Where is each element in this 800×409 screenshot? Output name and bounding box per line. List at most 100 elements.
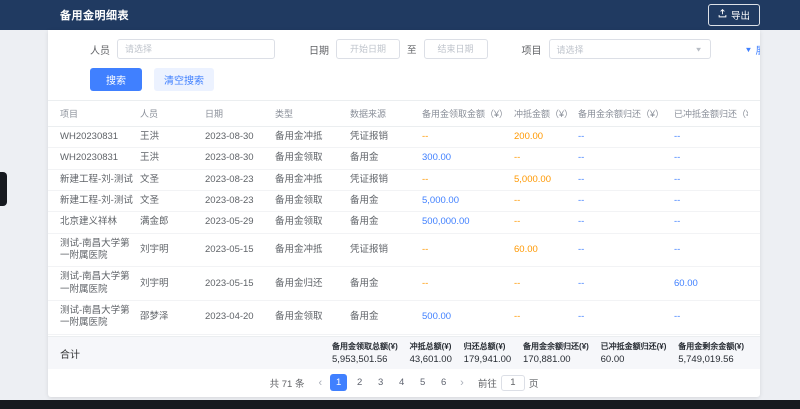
clear-search-button[interactable]: 清空搜索 — [154, 68, 214, 91]
cell-source: 备用金 — [350, 307, 422, 327]
person-filter-label: 人员 — [90, 42, 110, 57]
summary-stat-value: 5,953,501.56 — [332, 354, 398, 365]
summary-stat-1: 冲抵总额(¥)43,601.00 — [410, 341, 452, 365]
cell-person: 王洪 — [140, 148, 205, 168]
cell-source: 备用金 — [350, 212, 422, 232]
goto-suffix-label: 页 — [529, 376, 539, 390]
cell-amount: -- — [674, 212, 748, 232]
person-select-input[interactable] — [117, 39, 275, 59]
cell-type: 备用金冲抵 — [275, 127, 350, 147]
chevron-down-icon: ▼ — [695, 45, 703, 52]
summary-stat-4: 已冲抵金额归还(¥)60.00 — [601, 341, 667, 365]
cell-type: 备用金冲抵 — [275, 240, 350, 260]
cell-amount: -- — [674, 191, 748, 211]
expand-filters-label: 展开筛选 — [755, 42, 760, 57]
cell-amount: -- — [674, 148, 748, 168]
cell-project: 测试-南昌大学第一附属医院 — [60, 301, 140, 334]
cell-type: 备用金领取 — [275, 148, 350, 168]
page-title: 备用金明细表 — [60, 7, 129, 23]
page-button-5[interactable]: 5 — [414, 374, 431, 391]
summary-stat-value: 179,941.00 — [464, 354, 512, 365]
cell-amount: -- — [422, 240, 514, 260]
cell-amount: 200.00 — [514, 127, 578, 147]
cell-amount: -- — [578, 127, 674, 147]
page-button-1[interactable]: 1 — [330, 374, 347, 391]
top-header-bar: 备用金明细表 导出 — [0, 0, 800, 30]
page-button-4[interactable]: 4 — [393, 374, 410, 391]
summary-stat-value: 5,749,019.56 — [678, 354, 744, 365]
page-button-3[interactable]: 3 — [372, 374, 389, 391]
cell-amount: -- — [422, 274, 514, 294]
cell-person: 王洪 — [140, 127, 205, 147]
date-filter-label: 日期 — [309, 42, 329, 57]
project-filter-label: 项目 — [522, 42, 542, 57]
cell-amount: -- — [578, 191, 674, 211]
cell-amount: -- — [514, 212, 578, 232]
pagination-bar: 共 71 条 ‹ 123456 › 前往 页 — [48, 369, 760, 397]
table-row: 新建工程-刘-测试文圣2023-08-23备用金领取备用金5,000.00---… — [48, 191, 760, 212]
summary-stat-label: 已冲抵金额归还(¥) — [601, 341, 667, 352]
cell-project: 新建工程-刘-测试 — [60, 170, 140, 190]
export-button[interactable]: 导出 — [708, 4, 760, 26]
column-header-0: 项目 — [60, 101, 140, 126]
summary-stat-label: 备用金余额归还(¥) — [523, 341, 589, 352]
cell-amount: -- — [578, 240, 674, 260]
cell-person: 文圣 — [140, 191, 205, 211]
column-header-7: 备用金余额归还（¥） — [578, 101, 674, 126]
next-page-icon[interactable]: › — [458, 375, 466, 391]
project-select-placeholder: 请选择 — [557, 43, 584, 56]
start-date-input[interactable] — [336, 39, 400, 59]
goto-page-input[interactable] — [501, 375, 525, 391]
summary-stat-label: 备用金领取总额(¥) — [332, 341, 398, 352]
cell-project: WH20230831 — [60, 148, 140, 168]
cell-date: 2023-08-30 — [205, 127, 275, 147]
prev-page-icon[interactable]: ‹ — [316, 375, 324, 391]
cell-type: 备用金领取 — [275, 307, 350, 327]
expand-filters-link[interactable]: ▼ 展开筛选 — [745, 42, 760, 57]
summary-stat-label: 冲抵总额(¥) — [410, 341, 452, 352]
column-header-5: 备用金领取金额（¥） — [422, 101, 514, 126]
cell-amount: -- — [674, 127, 748, 147]
summary-stat-value: 170,881.00 — [523, 354, 589, 365]
cell-amount: -- — [514, 307, 578, 327]
cell-type: 备用金冲抵 — [275, 170, 350, 190]
cell-source: 凭证报销 — [350, 127, 422, 147]
action-button-row: 搜索 清空搜索 — [48, 59, 760, 100]
cell-amount: -- — [578, 148, 674, 168]
cell-date: 2023-08-23 — [205, 191, 275, 211]
cell-source: 备用金 — [350, 191, 422, 211]
goto-page-group: 前往 页 — [478, 375, 539, 391]
cell-person: 邵梦泽 — [140, 307, 205, 327]
project-select[interactable]: 请选择 ▼ — [549, 39, 711, 59]
summary-stat-0: 备用金领取总额(¥) 5,953,501.56 — [332, 341, 398, 365]
pagination-total: 共 71 条 — [270, 376, 305, 390]
search-button[interactable]: 搜索 — [90, 68, 142, 91]
cell-source: 凭证报销 — [350, 170, 422, 190]
pagination-pages: 123456 — [330, 374, 452, 391]
cell-date: 2023-05-15 — [205, 240, 275, 260]
sidebar-collapse-handle[interactable] — [0, 172, 7, 206]
cell-date: 2023-08-30 — [205, 148, 275, 168]
end-date-input[interactable] — [424, 39, 488, 59]
cell-date: 2023-04-20 — [205, 307, 275, 327]
table-row: 测试-南昌大学第一附属医院刘宇明2023-05-15备用金冲抵凭证报销--60.… — [48, 234, 760, 268]
page-button-6[interactable]: 6 — [435, 374, 452, 391]
cell-date: 2023-05-15 — [205, 274, 275, 294]
cell-amount: -- — [578, 212, 674, 232]
cell-amount: -- — [514, 274, 578, 294]
cell-amount: -- — [674, 307, 748, 327]
cell-amount: 5,000.00 — [514, 170, 578, 190]
table-row: 北京建义祥林满金郎2023-05-29备用金领取备用金500,000.00---… — [48, 212, 760, 233]
page-button-2[interactable]: 2 — [351, 374, 368, 391]
project-filter: 项目 请选择 ▼ — [522, 39, 711, 59]
table-row: 新建工程-刘-测试文圣2023-08-23备用金冲抵凭证报销--5,000.00… — [48, 170, 760, 191]
cell-type: 备用金归还 — [275, 274, 350, 294]
cell-type: 备用金领取 — [275, 191, 350, 211]
cell-type: 备用金领取 — [275, 212, 350, 232]
cell-amount: -- — [422, 170, 514, 190]
cell-project: 北京建义祥林 — [60, 212, 140, 232]
summary-total-label: 合计 — [60, 346, 332, 361]
cell-amount: -- — [578, 274, 674, 294]
column-header-4: 数据来源 — [350, 101, 422, 126]
cell-amount: 60.00 — [674, 274, 748, 294]
